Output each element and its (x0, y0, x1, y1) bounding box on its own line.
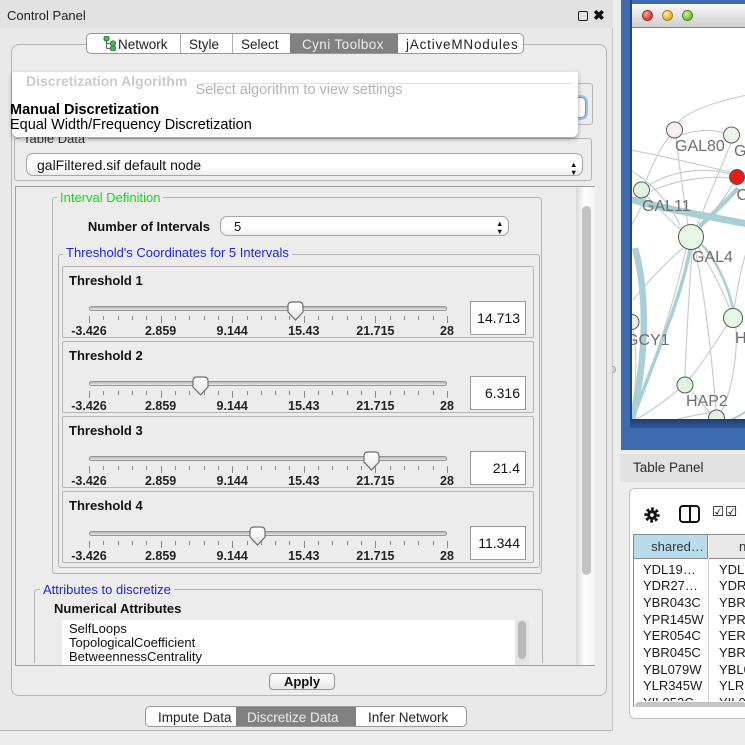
svg-text:GAL80: GAL80 (675, 138, 725, 155)
svg-text:GAL4: GAL4 (692, 249, 733, 266)
svg-text:HIS4: HIS4 (735, 330, 745, 347)
svg-text:HAP2: HAP2 (686, 393, 728, 410)
svg-text:GAL2: GAL2 (734, 143, 745, 160)
svg-text:CYC8: CYC8 (737, 187, 745, 204)
svg-text:GCY1: GCY1 (632, 332, 670, 349)
svg-text:GAL11: GAL11 (642, 198, 691, 215)
